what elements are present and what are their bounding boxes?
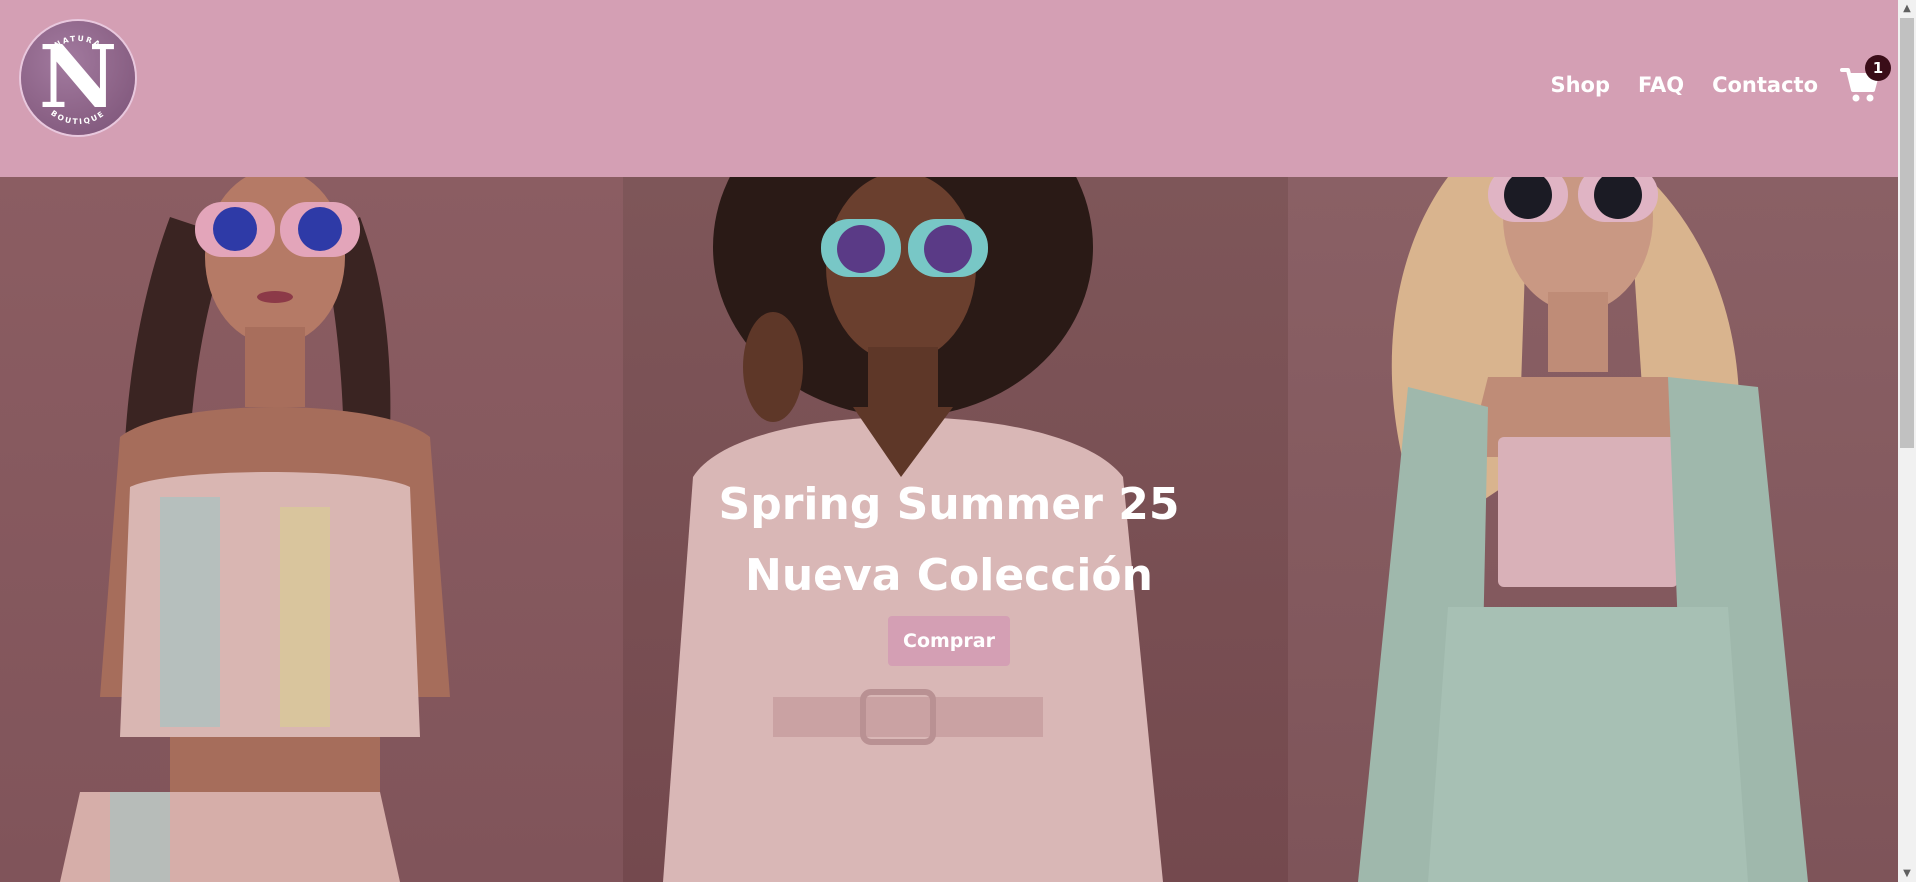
- cart-count-badge: 1: [1865, 55, 1891, 81]
- hero-title-line2: Nueva Colección: [745, 550, 1153, 601]
- nav-link-shop[interactable]: Shop: [1550, 73, 1610, 97]
- nav-link-faq[interactable]: FAQ: [1638, 73, 1684, 97]
- hero-banner: Spring Summer 25 Nueva Colección Comprar: [0, 177, 1898, 882]
- hero-title-line1: Spring Summer 25: [718, 479, 1180, 530]
- vertical-scrollbar[interactable]: ▲ ▼: [1898, 0, 1916, 882]
- shop-now-button[interactable]: Comprar: [888, 616, 1010, 666]
- scrollbar-thumb[interactable]: [1900, 18, 1914, 448]
- site-header: NATURA BOUTIQUE N Shop FAQ Contacto: [0, 0, 1898, 177]
- logo-letter: N: [38, 27, 118, 128]
- main-nav: Shop FAQ Contacto: [1550, 73, 1818, 97]
- scroll-up-arrow-icon[interactable]: ▲: [1898, 0, 1916, 17]
- page: NATURA BOUTIQUE N Shop FAQ Contacto 1 Sp…: [0, 0, 1898, 882]
- scroll-down-arrow-icon[interactable]: ▼: [1898, 865, 1916, 882]
- brand-logo[interactable]: NATURA BOUTIQUE N: [21, 21, 135, 135]
- nav-link-contacto[interactable]: Contacto: [1712, 73, 1818, 97]
